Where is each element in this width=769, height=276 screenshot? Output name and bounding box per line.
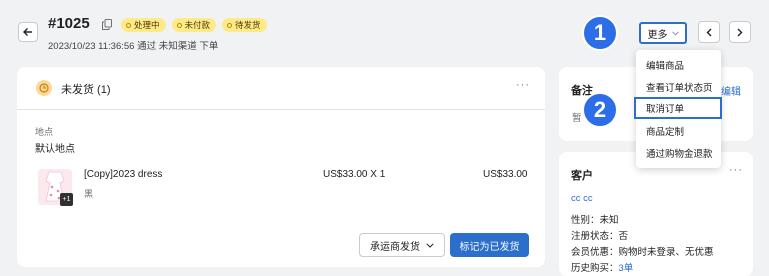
- more-actions-icon[interactable]: ···: [516, 79, 530, 91]
- chevron-left-icon: [706, 28, 712, 36]
- order-id: #1025: [48, 15, 90, 32]
- edit-notes-link[interactable]: 编辑: [721, 83, 741, 98]
- more-actions-menu: 编辑商品 查看订单状态页 取消订单 商品定制 通过购物金退款: [634, 50, 722, 168]
- notes-text: 暂: [572, 113, 582, 124]
- status-badge: 处理中: [121, 18, 166, 32]
- fulfillment-title: 未发货 (1): [61, 84, 111, 96]
- order-meta: 2023/10/23 11:36:56 通过 未知渠道 下单: [48, 41, 219, 52]
- discount-value: 购物时未登录、无优惠: [618, 247, 714, 258]
- chevron-down-icon: [671, 30, 679, 36]
- step-marker-1: 1: [582, 15, 618, 51]
- carrier-ship-button[interactable]: 承运商发货: [359, 233, 445, 257]
- copy-icon[interactable]: [102, 19, 112, 30]
- product-variant: 黑: [84, 189, 94, 199]
- menu-item-product-customization[interactable]: 商品定制: [636, 120, 721, 142]
- menu-item-view-status-page[interactable]: 查看订单状态页: [636, 76, 721, 98]
- divider: [17, 109, 545, 110]
- location-label: 地点: [35, 127, 54, 137]
- back-button[interactable]: [18, 22, 38, 42]
- registration-value: 否: [618, 231, 629, 242]
- customer-history: 历史购买：3单: [571, 260, 633, 274]
- chevron-right-icon: [737, 28, 743, 36]
- status-badge: 待发货: [222, 18, 267, 32]
- registration-label: 注册状态：: [571, 231, 619, 242]
- more-button-label: 更多: [647, 29, 668, 41]
- image-count-badge: +1: [60, 193, 73, 206]
- dot-icon: [176, 22, 182, 28]
- arrow-left-icon: [23, 28, 32, 36]
- discount-label: 会员优惠：: [571, 247, 619, 258]
- step-marker-2: 2: [582, 92, 618, 128]
- customer-registration: 注册状态：否: [571, 228, 628, 242]
- dot-icon: [227, 22, 233, 28]
- menu-item-edit-products[interactable]: 编辑商品: [636, 54, 721, 76]
- badge-label: 未付款: [184, 20, 211, 30]
- menu-item-refund-store-credit[interactable]: 通过购物金退款: [636, 142, 721, 164]
- customer-name-link[interactable]: cc cc: [571, 193, 593, 204]
- customer-gender: 性别：未知: [571, 212, 619, 226]
- prev-order-button[interactable]: [698, 21, 720, 43]
- chevron-down-icon: [426, 242, 434, 248]
- customer-title: 客户: [571, 170, 593, 182]
- line-total: US$33.00: [483, 169, 528, 180]
- product-name[interactable]: [Copy]2023 dress: [84, 169, 162, 180]
- menu-item-cancel-order[interactable]: 取消订单: [634, 97, 722, 119]
- clock-icon: [36, 80, 52, 96]
- status-badge: 未付款: [171, 18, 217, 32]
- carrier-ship-label: 承运商发货: [370, 241, 420, 253]
- gender-label: 性别：: [571, 215, 600, 226]
- gender-value: 未知: [599, 215, 619, 226]
- history-label: 历史购买：: [571, 263, 619, 274]
- history-link[interactable]: 3单: [619, 263, 634, 274]
- badge-label: 待发货: [235, 20, 261, 30]
- more-button[interactable]: 更多: [639, 22, 687, 44]
- mark-shipped-button[interactable]: 标记为已发货: [450, 233, 529, 257]
- badge-label: 处理中: [134, 20, 160, 30]
- location-value: 默认地点: [35, 144, 75, 155]
- next-order-button[interactable]: [729, 21, 751, 43]
- dot-icon: [126, 22, 131, 28]
- unit-price: US$33.00 X 1: [323, 169, 386, 180]
- customer-more-icon[interactable]: ···: [729, 164, 743, 176]
- customer-discount: 会员优惠：购物时未登录、无优惠: [571, 244, 714, 258]
- status-badges: 处理中 未付款 待发货: [121, 18, 267, 32]
